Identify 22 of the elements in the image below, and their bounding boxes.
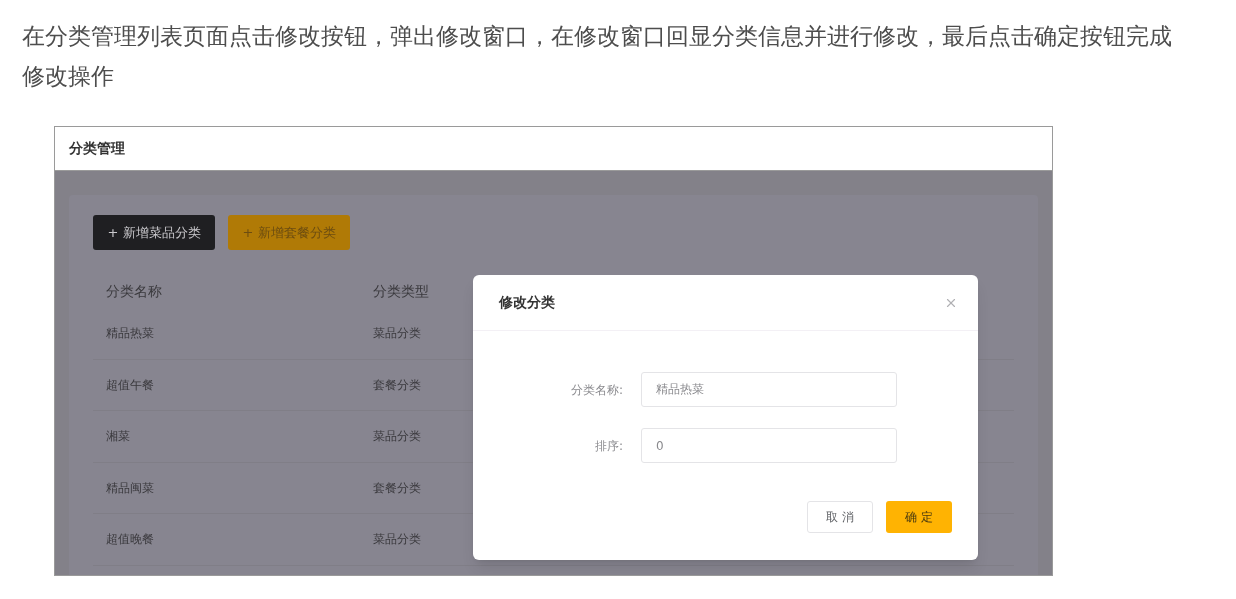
dialog-button[interactable]: 确 定: [886, 501, 952, 533]
table-cell-text: 套餐分类: [373, 376, 421, 394]
field-label: 排序:: [593, 437, 623, 455]
table-cell-text: 超值午餐: [105, 376, 155, 394]
table-cell-text: 套餐分类: [373, 479, 421, 497]
table-cell-text: 菜品分类: [373, 325, 421, 343]
input-field[interactable]: 0: [641, 428, 897, 463]
add-category-button[interactable]: + 新增菜品分类: [93, 215, 215, 250]
article-paragraph: 在分类管理列表页面点击修改按钮，弹出修改窗口，在修改窗口回显分类信息并进行修改，最后点击确定按钮完成修改操作: [21, 22, 1173, 91]
column-header: 分类名称: [105, 281, 163, 301]
table-cell-text: 精品闽菜: [105, 479, 155, 497]
dialog-title: 修改分类: [499, 293, 555, 312]
table-cell-text: 菜品分类: [373, 428, 421, 446]
table-cell-text: 精品热菜: [105, 325, 155, 343]
column-header: 分类类型: [373, 281, 429, 301]
table-cell-text: 超值晚餐: [105, 531, 155, 549]
input-field[interactable]: 精品热菜: [641, 372, 897, 407]
table-cell-text: 湘菜: [105, 428, 131, 446]
table-cell-text: 菜品分类: [373, 531, 421, 549]
page-title: 分类管理: [69, 139, 125, 158]
field-label: 分类名称:: [569, 381, 623, 399]
dialog-button[interactable]: 取 消: [807, 501, 873, 533]
